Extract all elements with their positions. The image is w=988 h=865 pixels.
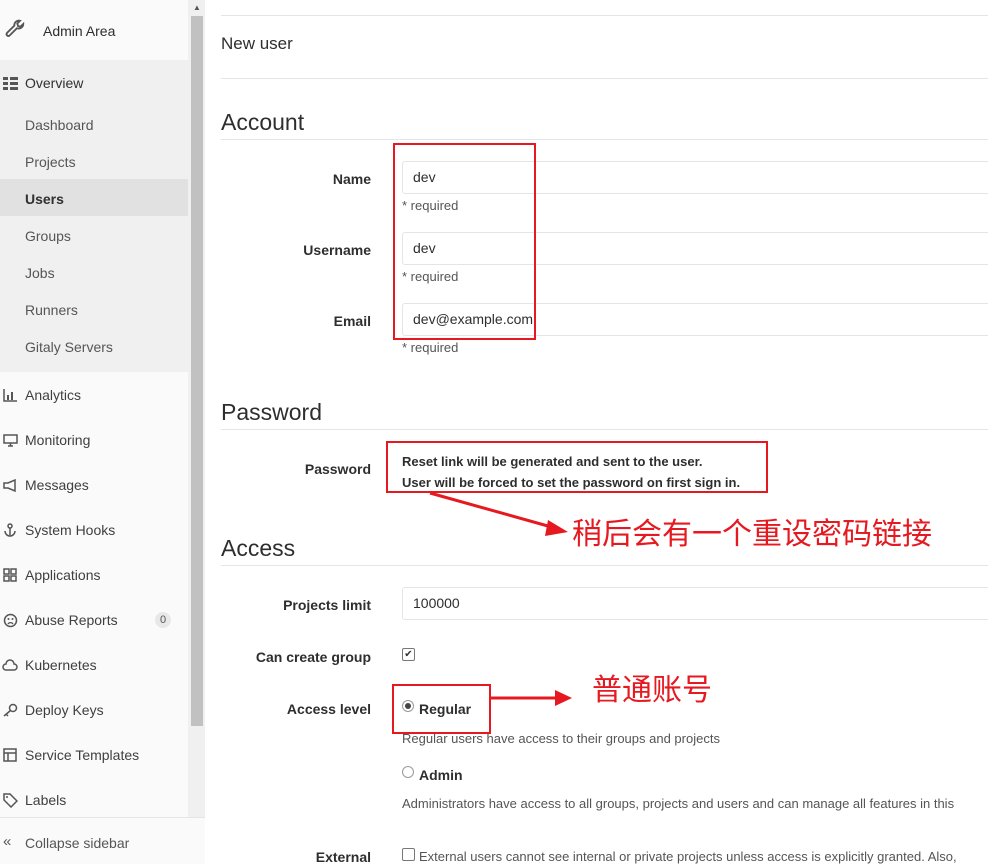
username-label: Username (303, 242, 371, 258)
wrench-icon (5, 19, 25, 37)
scrollbar-thumb[interactable] (191, 16, 203, 726)
sidebar-item-service-templates[interactable]: Service Templates (0, 744, 188, 766)
divider (221, 15, 988, 16)
collapse-sidebar-button[interactable]: « Collapse sidebar (0, 817, 205, 864)
sidebar-item-messages[interactable]: Messages (0, 474, 188, 496)
annotation-password-box (386, 441, 768, 493)
overview-icon (2, 75, 18, 91)
sidebar-item-label: Analytics (25, 387, 82, 403)
template-icon (2, 747, 18, 763)
sidebar: Admin Area Overview Dashboard Projects U… (0, 0, 188, 863)
abuse-reports-badge: 0 (155, 612, 171, 628)
grid-icon (2, 567, 18, 583)
admin-description: Administrators have access to all groups… (402, 796, 955, 811)
access-section-title: Access (221, 535, 296, 561)
sidebar-item-label: Abuse Reports (25, 612, 118, 628)
sidebar-item-groups[interactable]: Groups (25, 228, 71, 244)
sidebar-item-overview[interactable]: Overview (0, 72, 188, 94)
annotation-regular-note: 普通账号 (592, 673, 712, 708)
divider (221, 78, 988, 79)
email-label: Email (333, 313, 371, 329)
sidebar-title: Admin Area (43, 23, 116, 39)
sidebar-item-deploy-keys[interactable]: Deploy Keys (0, 699, 188, 721)
sidebar-item-label: Monitoring (25, 432, 91, 448)
page-title: New user (221, 34, 293, 53)
sidebar-item-gitaly-servers[interactable]: Gitaly Servers (25, 339, 113, 355)
access-level-admin-radio[interactable] (402, 766, 414, 778)
password-section-title: Password (221, 399, 322, 425)
label-icon (2, 792, 18, 808)
double-chevron-left-icon: « (3, 833, 12, 850)
megaphone-icon (2, 477, 18, 493)
annotation-regular-box (392, 684, 491, 734)
sidebar-item-label: System Hooks (25, 522, 116, 538)
admin-radio-label[interactable]: Admin (419, 767, 463, 783)
name-label: Name (332, 171, 371, 187)
divider (221, 429, 988, 430)
sidebar-item-users[interactable]: Users (25, 191, 64, 207)
cloud-icon (2, 657, 18, 673)
key-icon (2, 702, 18, 718)
chart-icon (2, 387, 18, 403)
annotation-reset-note: 稍后会有一个重设密码链接 (572, 517, 932, 552)
sidebar-item-label: Applications (25, 567, 101, 583)
sidebar-item-dashboard[interactable]: Dashboard (25, 117, 94, 133)
overview-section (0, 60, 188, 372)
can-create-group-checkbox[interactable]: ✔ (402, 648, 415, 661)
sidebar-item-applications[interactable]: Applications (0, 564, 188, 586)
sidebar-item-system-hooks[interactable]: System Hooks (0, 519, 188, 541)
external-description: External users cannot see internal or pr… (419, 849, 957, 864)
sidebar-item-label: Service Templates (25, 747, 140, 763)
monitor-icon (2, 432, 18, 448)
sidebar-item-runners[interactable]: Runners (25, 302, 78, 318)
account-section-title: Account (221, 109, 305, 135)
sidebar-item-kubernetes[interactable]: Kubernetes (0, 654, 188, 676)
collapse-sidebar-label: Collapse sidebar (25, 835, 130, 851)
sidebar-item-label: Kubernetes (25, 657, 97, 673)
sidebar-header[interactable]: Admin Area (0, 0, 188, 60)
external-checkbox[interactable] (402, 848, 415, 861)
divider (221, 565, 988, 566)
hook-icon (2, 522, 18, 538)
sidebar-item-monitoring[interactable]: Monitoring (0, 429, 188, 451)
sidebar-item-label: Overview (25, 75, 84, 91)
annotation-account-box (393, 143, 536, 340)
sidebar-item-label: Messages (25, 477, 89, 493)
divider (221, 139, 988, 140)
frown-icon (2, 612, 18, 628)
sidebar-item-labels[interactable]: Labels (0, 789, 188, 811)
sidebar-item-analytics[interactable]: Analytics (0, 384, 188, 406)
projects-limit-label: Projects limit (283, 597, 371, 613)
email-required-hint: * required (402, 340, 459, 355)
sidebar-item-label: Labels (25, 792, 67, 808)
access-level-label: Access level (286, 701, 371, 717)
projects-limit-input[interactable]: 100000 (402, 587, 988, 620)
sidebar-item-label: Deploy Keys (25, 702, 104, 718)
sidebar-item-jobs[interactable]: Jobs (25, 265, 55, 281)
password-label: Password (304, 461, 371, 477)
can-create-group-label: Can create group (255, 649, 371, 665)
sidebar-item-projects[interactable]: Projects (25, 154, 76, 170)
scroll-up-arrow-icon[interactable]: ▲ (191, 3, 203, 13)
main-content: New user Account Name dev * required Use… (221, 0, 988, 865)
